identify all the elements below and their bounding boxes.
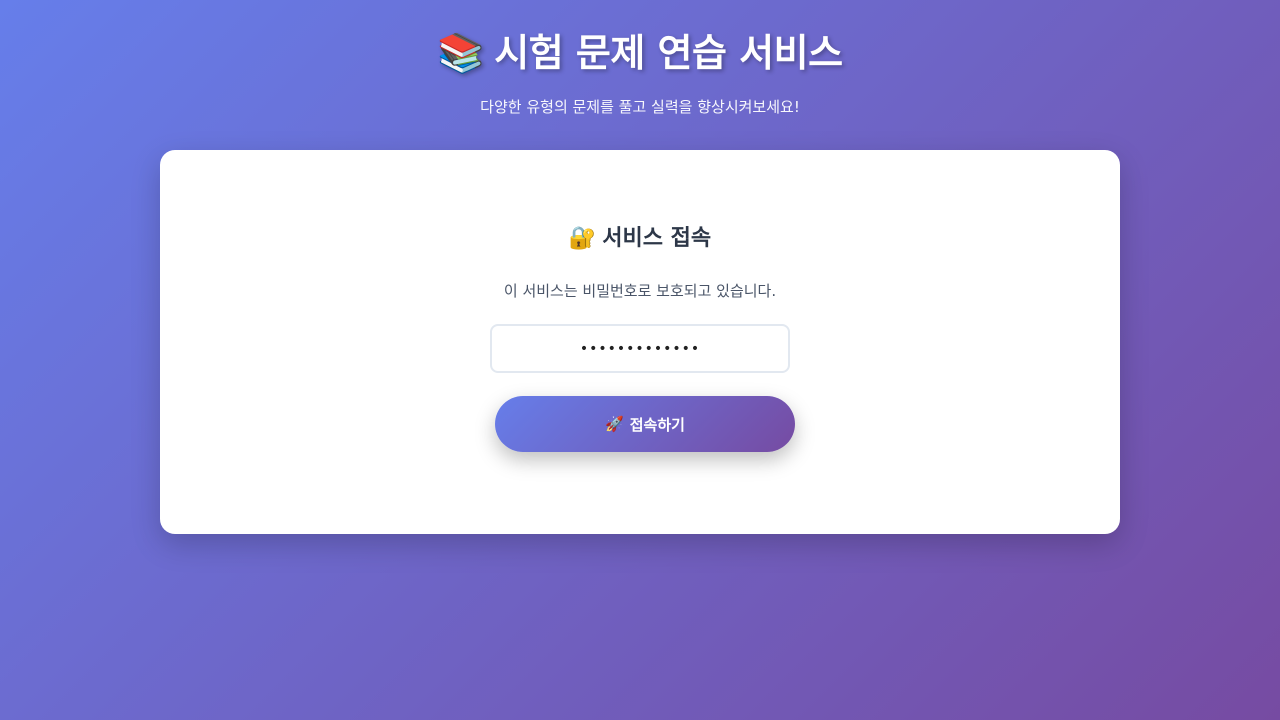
submit-button[interactable]: 🚀 접속하기 bbox=[495, 396, 795, 452]
page-subtitle: 다양한 유형의 문제를 풀고 실력을 향상시켜보세요! bbox=[480, 98, 800, 116]
login-title: 🔐 서비스 접속 bbox=[160, 224, 1120, 254]
submit-button-label: 접속하기 bbox=[629, 415, 685, 434]
login-title-text: 서비스 접속 bbox=[602, 226, 712, 251]
login-description: 이 서비스는 비밀번호로 보호되고 있습니다. bbox=[503, 282, 777, 300]
books-icon: 📚 bbox=[437, 31, 485, 75]
page-title-text: 시험 문제 연습 서비스 bbox=[494, 31, 843, 75]
password-input[interactable] bbox=[490, 324, 790, 373]
page-header: 📚 시험 문제 연습 서비스 다양한 유형의 문제를 풀고 실력을 향상시켜보세요… bbox=[0, 28, 1280, 118]
page-title: 📚 시험 문제 연습 서비스 bbox=[0, 28, 1280, 78]
lock-with-key-icon: 🔐 bbox=[568, 226, 597, 251]
login-card: 🔐서비스 접속 이 서비스는 비밀번호로 보호되고 있습니다. 🚀 접속하기 bbox=[160, 150, 1120, 534]
rocket-icon: 🚀 bbox=[605, 415, 624, 433]
